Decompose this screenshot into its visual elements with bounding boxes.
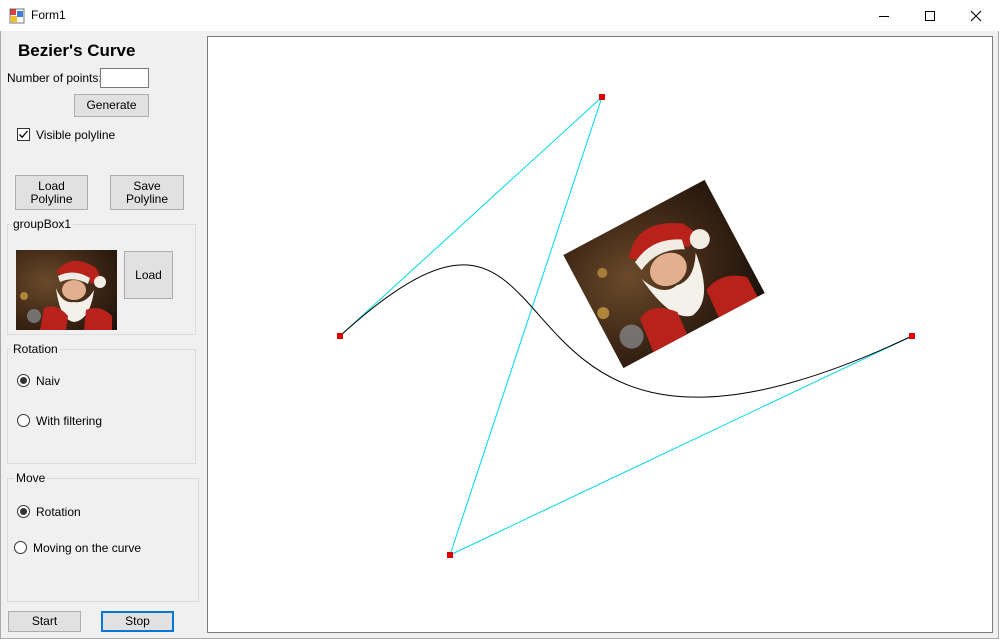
santa-thumbnail-image xyxy=(16,250,117,330)
window-title: Form1 xyxy=(31,8,66,22)
close-button[interactable] xyxy=(953,0,999,31)
with-filtering-radio[interactable] xyxy=(17,414,30,427)
moving-on-curve-radio[interactable] xyxy=(14,541,27,554)
maximize-button[interactable] xyxy=(907,0,953,31)
naiv-radio[interactable] xyxy=(17,374,30,387)
move-group xyxy=(7,478,199,602)
maximize-icon xyxy=(925,10,935,21)
visible-polyline-checkbox[interactable] xyxy=(17,128,30,141)
move-group-title: Move xyxy=(14,471,48,485)
minimize-icon xyxy=(879,15,889,17)
start-button[interactable]: Start xyxy=(8,611,81,632)
app-icon xyxy=(9,8,25,24)
title-bar: Form1 xyxy=(0,0,999,31)
rotated-santa-image xyxy=(563,179,765,369)
control-point[interactable] xyxy=(599,94,605,100)
rotation-group-title: Rotation xyxy=(11,342,60,356)
points-input[interactable] xyxy=(100,68,149,88)
curve-plot xyxy=(337,94,915,558)
rotation-move-label: Rotation xyxy=(36,505,81,519)
with-filtering-label: With filtering xyxy=(36,414,103,428)
visible-polyline-label: Visible polyline xyxy=(36,128,116,142)
stop-button[interactable]: Stop xyxy=(101,611,174,632)
moving-on-curve-label: Moving on the curve xyxy=(33,541,142,555)
naiv-label: Naiv xyxy=(36,374,61,388)
control-point[interactable] xyxy=(337,333,343,339)
polyline-segment xyxy=(449,335,913,556)
drawing-canvas[interactable] xyxy=(207,36,993,633)
rotation-move-radio[interactable] xyxy=(17,505,30,518)
points-label: Number of points: xyxy=(7,71,102,85)
rotation-group xyxy=(7,349,196,464)
generate-button[interactable]: Generate xyxy=(74,94,149,117)
load-polyline-button[interactable]: Load Polyline xyxy=(15,175,88,210)
save-polyline-button[interactable]: Save Polyline xyxy=(110,175,184,210)
load-image-button[interactable]: Load xyxy=(124,251,173,299)
control-point[interactable] xyxy=(447,552,453,558)
control-point[interactable] xyxy=(909,333,915,339)
checkmark-icon xyxy=(19,130,28,139)
panel-heading: Bezier's Curve xyxy=(18,41,136,60)
close-icon xyxy=(970,10,982,21)
minimize-button[interactable] xyxy=(861,0,907,31)
image-group-title: groupBox1 xyxy=(11,217,74,231)
